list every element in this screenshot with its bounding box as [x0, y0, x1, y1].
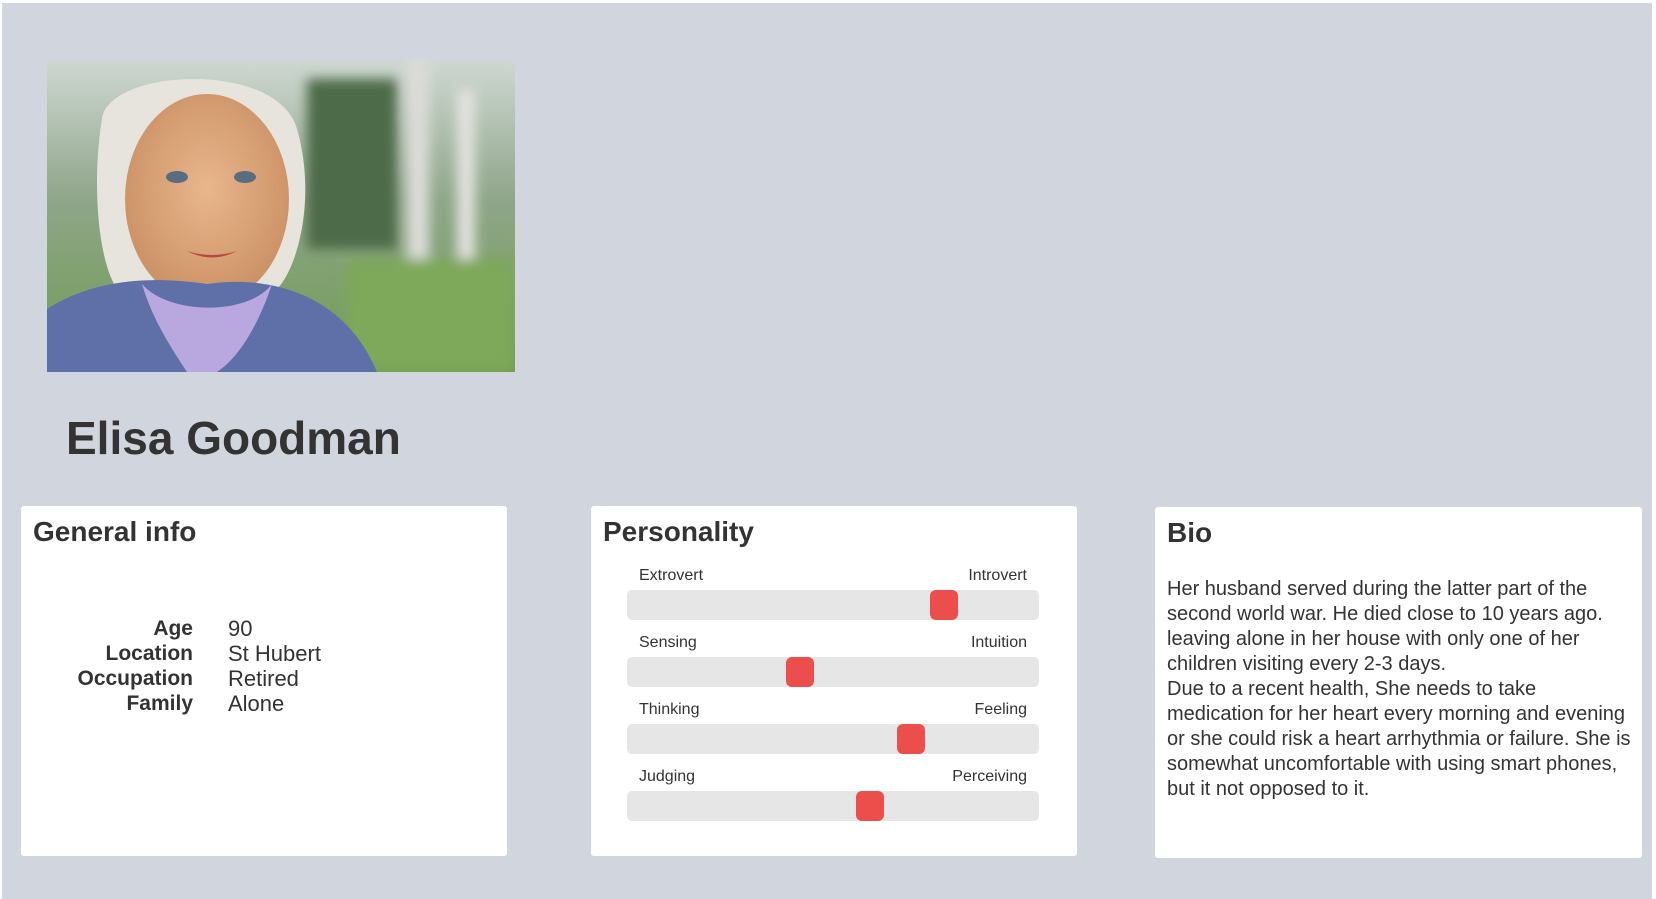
info-row-age: Age 90 — [21, 616, 507, 641]
trait-left-label: Extrovert — [639, 567, 704, 584]
info-value: St Hubert — [228, 640, 321, 666]
trait-slider-track[interactable] — [627, 791, 1039, 821]
trait-slider-thumb[interactable] — [786, 657, 815, 687]
bio-title: Bio — [1167, 517, 1213, 548]
info-value: Retired — [228, 665, 299, 691]
general-info-title: General info — [33, 516, 197, 547]
personality-title: Personality — [603, 516, 754, 547]
info-label: Occupation — [77, 666, 193, 690]
persona-photo — [47, 59, 515, 372]
trait-slider-track[interactable] — [627, 590, 1039, 620]
trait-left-label: Thinking — [639, 701, 700, 718]
info-value: Alone — [228, 690, 285, 716]
personality-traits: Extrovert Introvert Sensing Intuition Th… — [627, 566, 1039, 834]
info-row-family: Family Alone — [21, 691, 507, 716]
general-info-table: Age 90 Location St Hubert Occupation Ret… — [21, 616, 507, 716]
trait-right-label: Feeling — [974, 701, 1027, 718]
trait-thinking-feeling: Thinking Feeling — [627, 700, 1039, 767]
trait-right-label: Perceiving — [952, 768, 1027, 785]
trait-extrovert-introvert: Extrovert Introvert — [627, 566, 1039, 633]
info-value: 90 — [228, 615, 253, 641]
trait-judging-perceiving: Judging Perceiving — [627, 767, 1039, 834]
trait-left-label: Sensing — [639, 634, 697, 651]
persona-canvas: Elisa Goodman General info Age 90 Locati… — [2, 3, 1652, 899]
trait-slider-track[interactable] — [627, 657, 1039, 687]
trait-right-label: Intuition — [970, 634, 1027, 651]
info-row-location: Location St Hubert — [21, 641, 507, 666]
bio-text: Her husband served during the latter par… — [1167, 578, 1631, 800]
trait-right-label: Introvert — [968, 567, 1027, 584]
trait-left-label: Judging — [639, 768, 696, 785]
bio-card: Bio Her husband served during the latter… — [1155, 507, 1642, 858]
trait-slider-thumb[interactable] — [930, 590, 959, 620]
trait-slider-thumb[interactable] — [897, 724, 926, 754]
info-row-occupation: Occupation Retired — [21, 666, 507, 691]
persona-name: Elisa Goodman — [66, 412, 401, 464]
trait-sensing-intuition: Sensing Intuition — [627, 633, 1039, 700]
info-label: Location — [105, 641, 194, 665]
trait-slider-thumb[interactable] — [856, 791, 885, 821]
info-label: Family — [126, 691, 193, 715]
info-label: Age — [153, 616, 193, 640]
personality-card: Personality Extrovert Introvert Sensing … — [591, 506, 1077, 856]
general-info-card: General info Age 90 Location St Hubert O… — [21, 506, 507, 856]
trait-slider-track[interactable] — [627, 724, 1039, 754]
